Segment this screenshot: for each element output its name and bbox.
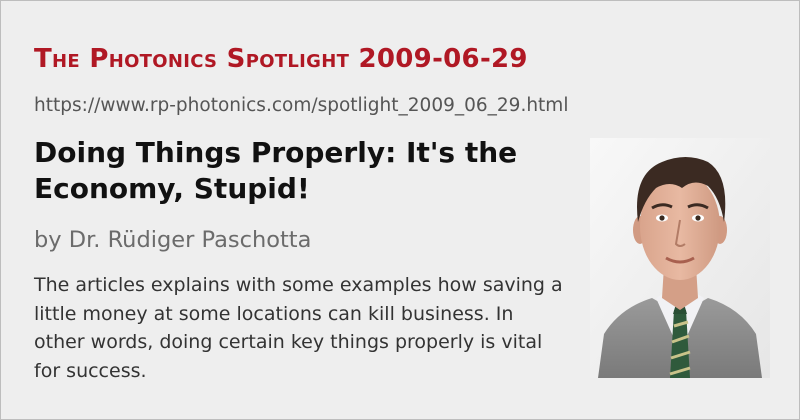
article-summary: The articles explains with some examples…: [34, 274, 563, 382]
author-portrait-icon: [590, 138, 770, 378]
page-url: https://www.rp-photonics.com/spotlight_2…: [34, 95, 569, 116]
article-headline: Doing Things Properly: It's the Economy,…: [34, 136, 518, 205]
link-preview-card[interactable]: The Photonics Spotlight 2009-06-29 https…: [0, 0, 800, 420]
site-title: The Photonics Spotlight 2009-06-29: [34, 44, 528, 74]
author-byline: by Dr. Rüdiger Paschotta: [34, 227, 312, 253]
